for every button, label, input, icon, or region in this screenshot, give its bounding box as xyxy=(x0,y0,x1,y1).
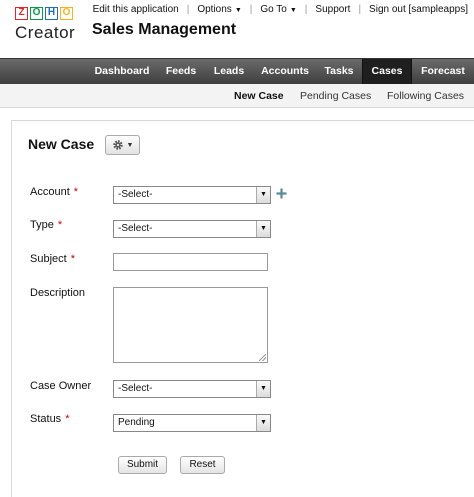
required-mark: * xyxy=(73,186,79,198)
status-label: Status * xyxy=(30,413,69,425)
chevron-down-icon: ▼ xyxy=(256,415,270,431)
logo-creator-text: Creator xyxy=(15,23,76,42)
type-select[interactable]: -Select- ▼ xyxy=(113,220,271,238)
goto-menu[interactable]: Go To ▼ xyxy=(260,4,296,15)
form-title: New Case xyxy=(28,136,95,152)
tab-forecast[interactable]: Forecast xyxy=(414,59,472,85)
account-select-value: -Select- xyxy=(118,189,153,200)
subject-label: Subject * xyxy=(30,253,75,265)
link-separator: | xyxy=(358,4,362,15)
chevron-down-icon: ▼ xyxy=(256,221,270,237)
add-account-plus-icon[interactable] xyxy=(276,188,287,199)
tab-feeds[interactable]: Feeds xyxy=(158,59,204,85)
sub-nav: New Case Pending Cases Following Cases xyxy=(0,84,474,108)
logo-letter-o: O xyxy=(30,7,43,20)
type-select-value: -Select- xyxy=(118,223,153,234)
logo-letter-o2: O xyxy=(60,7,73,20)
subtab-pending-cases[interactable]: Pending Cases xyxy=(300,84,371,108)
form-settings-button[interactable]: ▼ xyxy=(105,135,140,155)
chevron-down-icon: ▼ xyxy=(126,141,134,149)
account-label-text: Account xyxy=(30,186,70,198)
chevron-down-icon: ▼ xyxy=(256,381,270,397)
app-title: Sales Management xyxy=(92,21,237,38)
support-link[interactable]: Support xyxy=(315,4,350,15)
submit-button[interactable]: Submit xyxy=(118,456,167,474)
chevron-down-icon: ▼ xyxy=(234,7,242,14)
case-owner-select[interactable]: -Select- ▼ xyxy=(113,380,271,398)
options-label: Options xyxy=(197,4,232,15)
goto-label: Go To xyxy=(260,4,287,15)
resize-grip-icon[interactable] xyxy=(259,354,266,361)
sign-out-link[interactable]: Sign out [sampleapps] xyxy=(369,4,468,15)
case-owner-select-value: -Select- xyxy=(118,383,153,394)
chevron-down-icon: ▼ xyxy=(289,7,297,14)
subtab-new-case[interactable]: New Case xyxy=(234,84,284,108)
subject-label-text: Subject xyxy=(30,253,67,265)
top-links: Edit this application | Options ▼ | Go To… xyxy=(93,4,468,15)
account-select[interactable]: -Select- ▼ xyxy=(113,186,271,204)
account-label: Account * xyxy=(30,186,78,198)
tab-leads[interactable]: Leads xyxy=(206,59,252,85)
status-select-value: Pending xyxy=(118,417,155,428)
link-separator: | xyxy=(186,4,190,15)
main-nav: Dashboard Feeds Leads Accounts Tasks Cas… xyxy=(0,58,474,85)
type-label: Type * xyxy=(30,219,62,231)
case-owner-label: Case Owner xyxy=(30,380,92,392)
tab-tasks[interactable]: Tasks xyxy=(318,59,360,85)
description-label: Description xyxy=(30,287,86,299)
app-header: Z O H O Creator Sales Management Edit th… xyxy=(0,0,474,58)
subtab-following-cases[interactable]: Following Cases xyxy=(387,84,464,108)
options-menu[interactable]: Options ▼ xyxy=(197,4,241,15)
zoho-creator-logo[interactable]: Z O H O Creator xyxy=(15,7,85,53)
reset-button[interactable]: Reset xyxy=(180,456,225,474)
logo-letter-z: Z xyxy=(15,7,28,20)
gear-icon xyxy=(112,140,123,150)
status-label-text: Status xyxy=(30,413,62,425)
edit-application-link[interactable]: Edit this application xyxy=(93,4,179,15)
required-mark: * xyxy=(70,253,75,265)
tab-accounts[interactable]: Accounts xyxy=(254,59,316,85)
required-mark: * xyxy=(65,413,70,425)
type-label-text: Type xyxy=(30,219,54,231)
link-separator: | xyxy=(304,4,308,15)
status-select[interactable]: Pending ▼ xyxy=(113,414,271,432)
required-mark: * xyxy=(57,219,63,231)
link-separator: | xyxy=(249,4,253,15)
subject-input[interactable] xyxy=(113,253,268,271)
tab-dashboard[interactable]: Dashboard xyxy=(88,59,156,85)
logo-letter-h: H xyxy=(45,7,58,20)
chevron-down-icon: ▼ xyxy=(256,187,270,203)
description-textarea[interactable] xyxy=(113,287,268,363)
tab-cases[interactable]: Cases xyxy=(362,59,412,85)
zoho-logo-boxes: Z O H O xyxy=(15,7,85,20)
